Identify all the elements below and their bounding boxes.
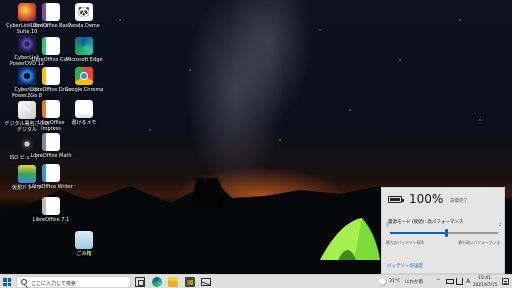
- windows-logo-icon: [7, 282, 11, 286]
- desktop-icon-memo[interactable]: ✎ 書けるメモ: [60, 100, 108, 126]
- search-placeholder: ここに入力して検索: [31, 281, 76, 287]
- battery-percent: 100%: [409, 192, 444, 206]
- weather-icon[interactable]: [379, 278, 387, 286]
- clock-time[interactable]: 15:41: [478, 276, 491, 281]
- tray-overflow-chevron-icon[interactable]: ⌃: [436, 278, 441, 285]
- desktop-icon-label: Panda Dome: [68, 23, 100, 29]
- recycle-bin-icon: [75, 231, 93, 249]
- desktop-icon-label: LibreOffice 7.1: [32, 217, 70, 223]
- windows-logo-icon: [7, 278, 11, 282]
- desktop-icon-google-chrome[interactable]: Google Chrome: [60, 67, 108, 93]
- libreoffice-writer-icon: [42, 164, 60, 182]
- search-icon: [21, 279, 27, 285]
- chrome-icon: [75, 67, 93, 85]
- battery-flyout: 100% 充電完了 電源モード (接続): 高パフォーマンス ▯ ♪ 最大のバッ…: [381, 187, 505, 274]
- start-button[interactable]: [3, 278, 11, 286]
- desktop-icon-label: ごみ箱: [76, 251, 92, 257]
- desktop-icon-label: 書けるメモ: [71, 120, 97, 126]
- libreoffice-base-icon: [42, 3, 60, 21]
- clock-date[interactable]: 2021/07/15: [473, 282, 497, 287]
- slider-right-caption: 最も高いパフォーマンス: [458, 240, 500, 245]
- edge-icon: [75, 37, 93, 55]
- tray-battery-icon[interactable]: [446, 279, 454, 284]
- battery-status-row: 100% 充電完了: [382, 188, 506, 212]
- slider-fill: [390, 232, 446, 234]
- ime-indicator[interactable]: A: [466, 278, 470, 285]
- slider-thumb[interactable]: [445, 229, 448, 237]
- task-view-button[interactable]: [135, 277, 145, 287]
- desktop-icon-label: LibreOffice Writer: [29, 184, 73, 190]
- taskbar-store-button[interactable]: [185, 277, 195, 287]
- taskbar-file-explorer-button[interactable]: [168, 277, 178, 287]
- panda-dome-icon: 🐼: [75, 3, 93, 21]
- desktop-icon-microsoft-edge[interactable]: Microsoft Edge: [60, 37, 108, 63]
- tray-network-icon[interactable]: [456, 278, 463, 285]
- desktop-icon-label: Google Chrome: [64, 87, 104, 93]
- notification-center-icon[interactable]: [502, 278, 509, 285]
- libreoffice-calc-icon: [42, 37, 60, 55]
- power-mode-slider-icons: ▯ ♪: [386, 222, 502, 228]
- libreoffice-icon: [42, 197, 60, 215]
- desktop-icon-libreoffice-math[interactable]: LibreOffice Math: [27, 133, 75, 159]
- taskbar-mail-button[interactable]: [201, 278, 211, 286]
- performance-icon: ♪: [498, 222, 502, 228]
- windows-logo-icon: [3, 282, 7, 286]
- desktop-icon-libreoffice-writer[interactable]: LibreOffice Writer: [27, 164, 75, 190]
- libreoffice-math-icon: [42, 133, 60, 151]
- taskbar-search-box[interactable]: ここに入力して検索: [16, 276, 131, 288]
- desktop-icon-panda-dome[interactable]: 🐼 Panda Dome: [60, 3, 108, 29]
- taskbar-edge-button[interactable]: [152, 277, 162, 287]
- desktop-icon-libreoffice[interactable]: LibreOffice 7.1: [27, 197, 75, 223]
- desktop-icon-label: LibreOffice Math: [30, 153, 72, 159]
- libreoffice-impress-icon: [42, 100, 60, 118]
- weather-condition[interactable]: にわか雨: [405, 279, 423, 285]
- libreoffice-draw-icon: [42, 67, 60, 85]
- tent-glow: [320, 218, 380, 260]
- slider-left-caption: 最大のバッテリー寿命: [386, 240, 424, 245]
- memo-icon: ✎: [75, 100, 93, 118]
- desktop-icon-recycle-bin[interactable]: ごみ箱: [60, 231, 108, 257]
- battery-icon: [388, 196, 404, 203]
- weather-temperature[interactable]: 31°C: [389, 279, 400, 284]
- battery-settings-link[interactable]: バッテリーの設定: [387, 263, 423, 269]
- power-mode-slider[interactable]: [390, 229, 498, 237]
- windows-logo-icon: [3, 278, 7, 282]
- battery-status-text: 充電完了: [450, 199, 468, 204]
- taskbar: ここに入力して検索 31°C にわか雨 ⌃ A 15:41 2021/07/15: [0, 274, 512, 288]
- desktop-icon-label: Microsoft Edge: [65, 57, 103, 63]
- battery-saver-icon: ▯: [386, 222, 389, 228]
